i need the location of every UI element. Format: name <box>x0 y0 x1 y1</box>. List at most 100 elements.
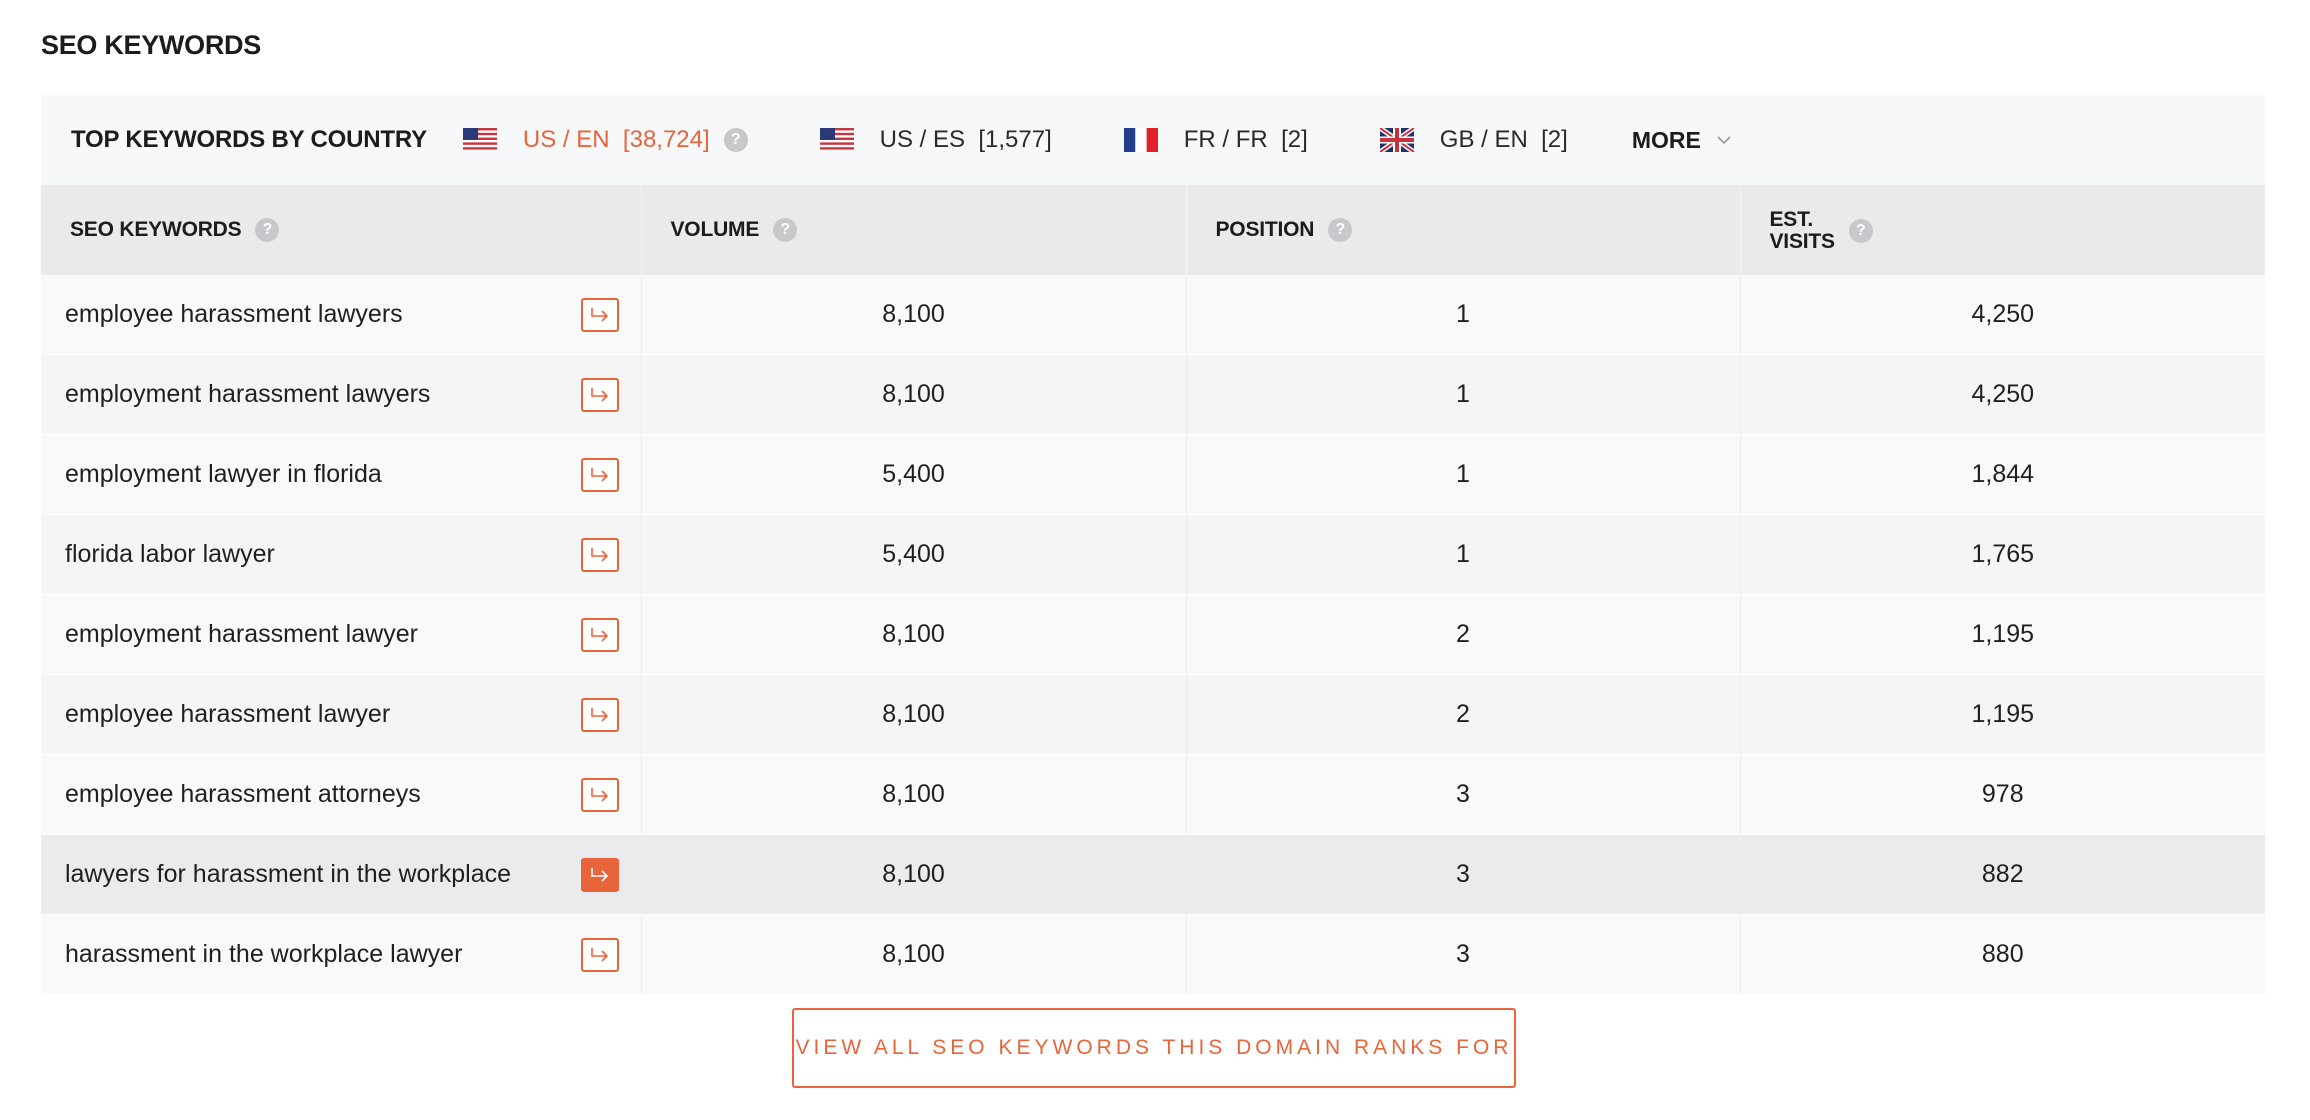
visits-cell: 1,844 <box>1740 434 2265 515</box>
position-cell: 1 <box>1186 514 1741 595</box>
volume-cell: 8,100 <box>641 275 1187 355</box>
keyword-text: employee harassment lawyer <box>65 700 391 728</box>
table-row: employment harassment lawyer 8,100 2 1,195 <box>41 594 2265 675</box>
arrow-return-icon <box>590 947 608 962</box>
more-label: MORE <box>1631 126 1701 153</box>
keyword-text: employee harassment attorneys <box>65 780 421 808</box>
country-tab-gb-en[interactable]: GB / EN [2] <box>1379 126 1568 154</box>
header-keywords-label: SEO KEYWORDS <box>70 218 242 241</box>
header-est-visits-label: EST. VISITS <box>1769 207 1836 253</box>
keyword-text: employment lawyer in florida <box>65 460 382 488</box>
volume-cell: 8,100 <box>641 754 1187 835</box>
keyword-text: employment harassment lawyer <box>65 620 418 648</box>
header-visits-line2: VISITS <box>1769 229 1836 253</box>
country-label: US / EN [38,724] <box>522 126 710 153</box>
visits-cell: 880 <box>1740 914 2265 995</box>
arrow-return-icon <box>590 467 608 482</box>
table-header-row: SEO KEYWORDS? VOLUME? POSITION? EST. VISI… <box>41 185 2265 275</box>
more-dropdown[interactable]: MORE <box>1632 127 1731 154</box>
position-cell: 2 <box>1186 594 1741 675</box>
volume-cell: 5,400 <box>641 514 1187 595</box>
volume-cell: 8,100 <box>641 914 1187 995</box>
position-cell: 3 <box>1186 834 1741 915</box>
country-tab-us-es[interactable]: US / ES [1,577] <box>819 126 1052 154</box>
keyword-cell: employee harassment lawyers <box>41 275 642 355</box>
keyword-text: harassment in the workplace lawyer <box>65 940 463 968</box>
position-cell: 1 <box>1186 434 1741 515</box>
open-keyword-button[interactable] <box>580 537 619 572</box>
chevron-down-icon <box>1717 136 1731 145</box>
arrow-return-icon <box>590 867 608 882</box>
volume-cell: 8,100 <box>641 354 1187 435</box>
country-tab-us-en[interactable]: US / EN [38,724] ? <box>462 126 748 154</box>
section-title: SEO KEYWORDS <box>41 30 261 60</box>
keyword-cell: employment harassment lawyer <box>41 594 642 675</box>
country-bar-title: TOP KEYWORDS BY COUNTRY <box>71 126 427 153</box>
us-flag-icon <box>462 128 497 152</box>
keyword-cell: employee harassment lawyer <box>41 674 642 755</box>
arrow-return-icon <box>590 387 608 402</box>
header-volume: VOLUME? <box>641 185 1187 275</box>
arrow-return-icon <box>590 547 608 562</box>
position-cell: 3 <box>1186 914 1741 995</box>
header-keywords: SEO KEYWORDS? <box>41 185 642 275</box>
keyword-cell: employment lawyer in florida <box>41 434 642 515</box>
keyword-cell: employment harassment lawyers <box>41 354 642 435</box>
help-icon[interactable]: ? <box>255 218 280 242</box>
position-cell: 1 <box>1186 354 1741 435</box>
keyword-cell: harassment in the workplace lawyer <box>41 914 642 995</box>
gb-flag-icon <box>1379 128 1414 152</box>
volume-cell: 8,100 <box>641 594 1187 675</box>
keyword-cell: lawyers for harassment in the workplace <box>41 834 642 915</box>
keyword-text: lawyers for harassment in the workplace <box>65 860 512 888</box>
fr-flag-icon <box>1123 128 1158 152</box>
visits-cell: 1,195 <box>1740 594 2265 675</box>
keyword-text: employee harassment lawyers <box>65 300 403 328</box>
position-cell: 2 <box>1186 674 1741 755</box>
open-keyword-button[interactable] <box>580 697 619 732</box>
position-cell: 3 <box>1186 754 1741 835</box>
visits-cell: 4,250 <box>1740 275 2265 355</box>
open-keyword-button[interactable] <box>580 937 619 972</box>
header-visits-line1: EST. <box>1769 207 1814 231</box>
arrow-return-icon <box>590 787 608 802</box>
country-bar: TOP KEYWORDS BY COUNTRY US / EN [38,724]… <box>41 95 2265 185</box>
open-keyword-button[interactable] <box>580 777 619 812</box>
keywords-table: SEO KEYWORDS? VOLUME? POSITION? EST. VISI… <box>41 185 2265 995</box>
header-position-label: POSITION <box>1215 218 1315 241</box>
volume-cell: 8,100 <box>641 674 1187 755</box>
open-keyword-button[interactable] <box>580 857 619 892</box>
table-row: employment lawyer in florida 5,400 1 1,844 <box>41 434 2265 515</box>
keyword-text: florida labor lawyer <box>65 540 275 568</box>
volume-cell: 5,400 <box>641 434 1187 515</box>
table-row: employee harassment attorneys 8,100 3 978 <box>41 754 2265 835</box>
keyword-cell: florida labor lawyer <box>41 514 642 595</box>
arrow-return-icon <box>590 307 608 322</box>
arrow-return-icon <box>590 627 608 642</box>
table-row: florida labor lawyer 5,400 1 1,765 <box>41 514 2265 595</box>
help-icon[interactable]: ? <box>773 218 798 242</box>
open-keyword-button[interactable] <box>580 457 619 492</box>
help-icon[interactable]: ? <box>723 128 748 152</box>
keyword-text: employment harassment lawyers <box>65 380 431 408</box>
country-label: FR / FR [2] <box>1183 126 1308 153</box>
header-volume-label: VOLUME <box>670 218 760 241</box>
table-row: employee harassment lawyers 8,100 1 4,250 <box>41 275 2265 355</box>
table-row: employee harassment lawyer 8,100 2 1,195 <box>41 674 2265 755</box>
help-icon[interactable]: ? <box>1848 218 1873 243</box>
country-label: GB / EN [2] <box>1439 126 1568 153</box>
help-icon[interactable]: ? <box>1328 218 1353 242</box>
visits-cell: 4,250 <box>1740 354 2265 435</box>
table-row: employment harassment lawyers 8,100 1 4,250 <box>41 354 2265 435</box>
country-tab-fr-fr[interactable]: FR / FR [2] <box>1123 126 1308 154</box>
open-keyword-button[interactable] <box>580 617 619 652</box>
visits-cell: 978 <box>1740 754 2265 835</box>
open-keyword-button[interactable] <box>580 297 619 332</box>
view-all-keywords-button[interactable]: VIEW ALL SEO KEYWORDS THIS DOMAIN RANKS … <box>792 1008 1516 1088</box>
visits-cell: 882 <box>1740 834 2265 915</box>
volume-cell: 8,100 <box>641 834 1187 915</box>
us-flag-icon <box>819 128 854 152</box>
open-keyword-button[interactable] <box>580 377 619 412</box>
country-label: US / ES [1,577] <box>879 126 1052 153</box>
visits-cell: 1,765 <box>1740 514 2265 595</box>
